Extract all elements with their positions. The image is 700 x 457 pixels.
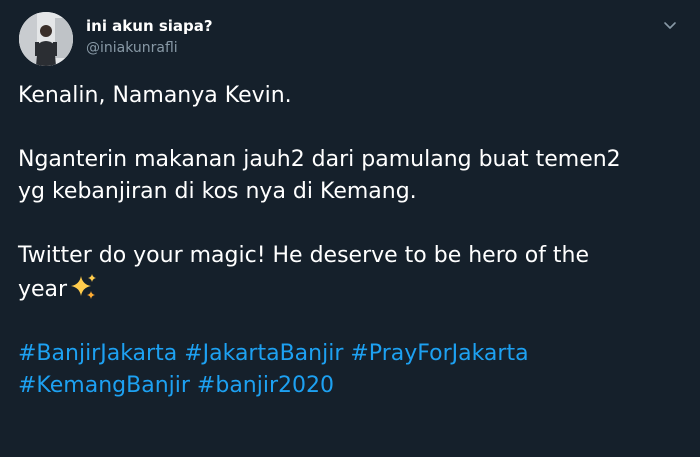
tweet-line: year [18,277,68,302]
tweet-line-with-emoji: year [18,272,688,306]
hashtag-link[interactable]: #KemangBanjir [18,373,190,398]
chevron-down-icon[interactable] [661,16,679,34]
tweet-line: Twitter do your magic! He deserve to be … [18,243,590,268]
hashtag-link[interactable]: #banjir2020 [197,373,334,398]
hashtag-line: #KemangBanjir #banjir2020 [18,370,688,402]
hashtag-link[interactable]: #BanjirJakarta [18,341,177,366]
hashtag-link[interactable]: #PrayForJakarta [350,341,528,366]
hashtag-line: #BanjirJakarta #JakartaBanjir #PrayForJa… [18,338,688,370]
tweet-line: Nganterin makanan jauh2 dari pamulang bu… [18,147,621,172]
tweet-card: ini akun siapa? @iniakunrafli Kenalin, N… [0,0,700,457]
user-handle[interactable]: @iniakunrafli [86,40,178,56]
avatar[interactable] [19,12,73,66]
sparkles-icon [68,272,98,302]
hashtag-link[interactable]: #JakartaBanjir [184,341,343,366]
tweet-text: Kenalin, Namanya Kevin. Nganterin makana… [18,80,688,402]
display-name[interactable]: ini akun siapa? [86,17,213,35]
tweet-line: yg kebanjiran di kos nya di Kemang. [18,179,417,204]
tweet-line: Kenalin, Namanya Kevin. [18,83,292,108]
